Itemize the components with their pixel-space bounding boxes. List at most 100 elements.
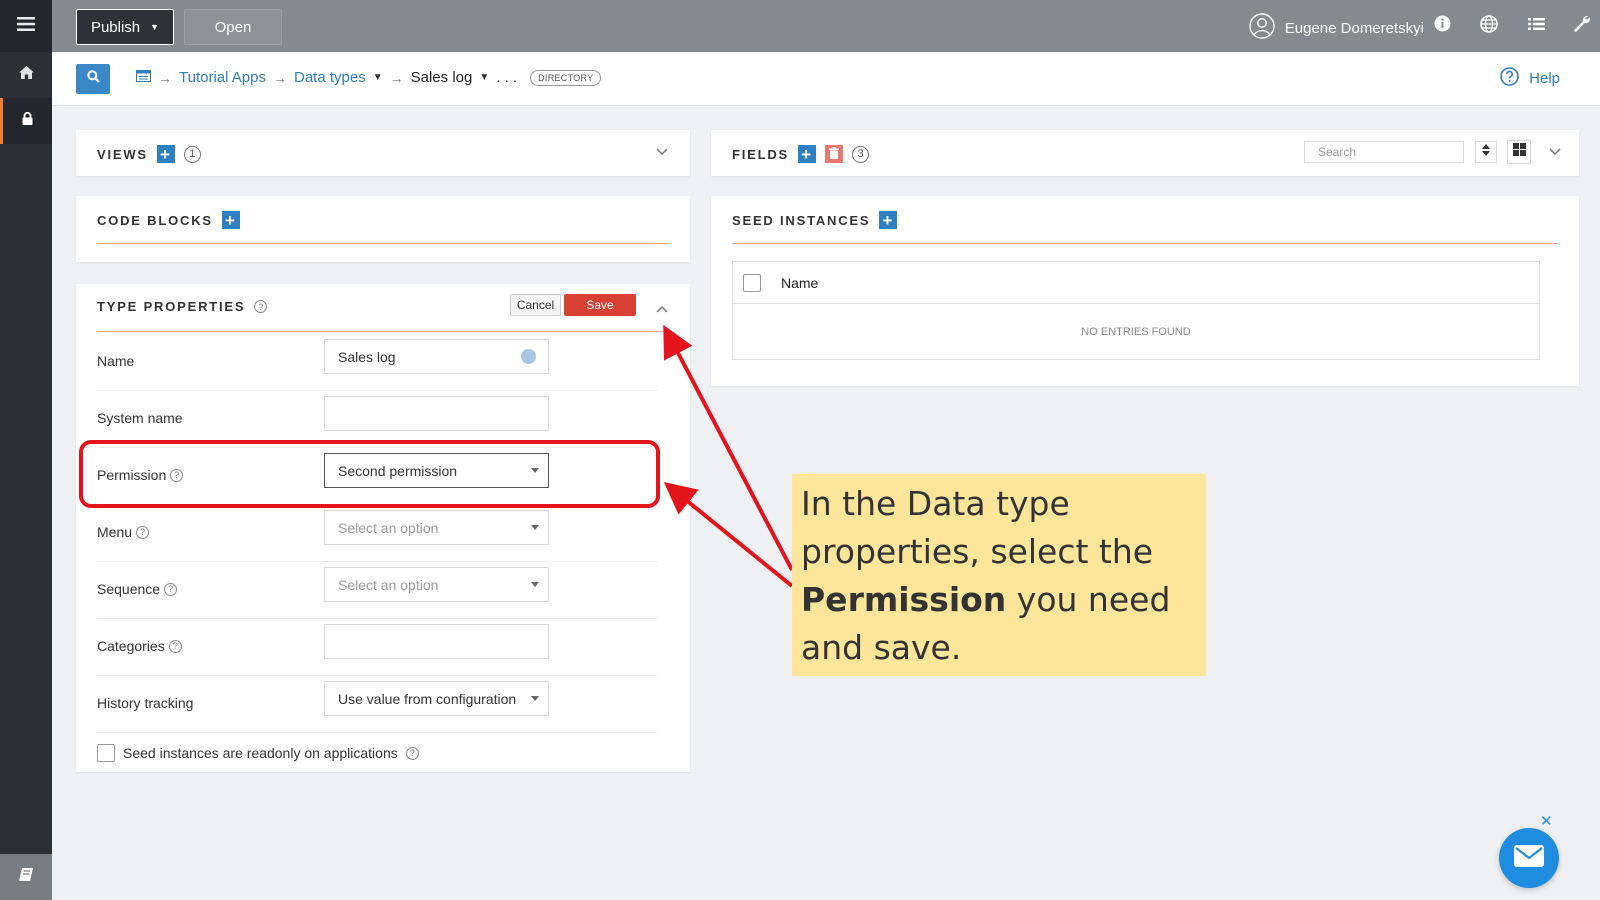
seed-instances-panel: SEED INSTANCES + Name NO ENTRIES FOUND <box>711 196 1579 386</box>
breadcrumb-tutorial-apps[interactable]: Tutorial Apps <box>179 69 266 86</box>
chevron-down-icon[interactable] <box>1549 143 1561 161</box>
type-properties-title: TYPE PROPERTIES ? <box>97 299 268 314</box>
seed-instances-title: SEED INSTANCES + <box>732 211 898 229</box>
chevron-down-icon[interactable] <box>656 143 668 161</box>
empty-state: NO ENTRIES FOUND <box>1081 326 1191 338</box>
highlight-box <box>79 440 660 508</box>
user-name: Eugene Domeretskyi <box>1284 19 1424 37</box>
seed-instances-table: Name NO ENTRIES FOUND <box>732 261 1540 360</box>
mail-icon <box>1514 844 1544 872</box>
globe-icon[interactable] <box>521 349 536 364</box>
info-button[interactable] <box>1430 14 1454 38</box>
callout-line-3-rest: you need <box>1006 580 1171 619</box>
add-field-button[interactable]: + <box>798 144 817 164</box>
plus-icon: + <box>801 144 813 164</box>
chevron-up-icon[interactable] <box>656 300 668 318</box>
column-name-header[interactable]: Name <box>781 275 818 291</box>
grid-icon <box>1512 143 1526 161</box>
breadcrumb-sales-log[interactable]: Sales log <box>411 69 473 86</box>
caret-down-icon <box>531 696 539 701</box>
search-icon <box>86 70 100 88</box>
menu-select[interactable]: Select an option <box>324 510 549 545</box>
cancel-button[interactable]: Cancel <box>510 294 561 316</box>
name-label: Name <box>97 353 135 369</box>
instruction-callout: In the Data type properties, select the … <box>792 474 1206 676</box>
list-button[interactable] <box>1524 14 1548 38</box>
name-input[interactable]: Sales log <box>324 339 549 374</box>
views-title-text: VIEWS <box>97 146 148 162</box>
breadcrumb-bar: → Tutorial Apps → Data types ▼ → Sales l… <box>52 52 1600 106</box>
history-tracking-value: Use value from configuration <box>338 690 517 707</box>
categories-row: Categories ? <box>97 619 658 676</box>
help-icon[interactable]: ? <box>164 582 178 596</box>
settings-button[interactable] <box>1569 14 1593 38</box>
menu-placeholder: Select an option <box>338 519 439 536</box>
sort-icon <box>1482 143 1490 161</box>
info-icon <box>1434 15 1451 37</box>
menu-label-text: Menu <box>97 524 133 540</box>
help-icon[interactable]: ? <box>405 746 419 760</box>
sequence-label-text: Sequence <box>97 581 161 597</box>
callout-line-4: and save. <box>801 628 962 667</box>
search-button[interactable] <box>76 64 110 94</box>
sequence-label: Sequence ? <box>97 581 178 597</box>
fields-title: FIELDS + 3 <box>732 144 870 164</box>
breadcrumb-arrow-icon: → <box>273 69 287 86</box>
app-window-icon[interactable] <box>136 69 151 86</box>
publish-button[interactable]: Publish ▼ <box>76 9 174 45</box>
breadcrumb-arrow-icon: → <box>158 69 172 86</box>
system-name-label: System name <box>97 410 183 426</box>
breadcrumb-data-types[interactable]: Data types <box>294 69 366 86</box>
home-icon <box>18 66 34 84</box>
fields-search-input[interactable]: Search <box>1304 141 1464 163</box>
sequence-placeholder: Select an option <box>338 576 439 593</box>
directory-badge: DIRECTORY <box>530 69 602 86</box>
close-icon[interactable]: ✕ <box>1540 812 1553 830</box>
save-button[interactable]: Save <box>564 294 636 316</box>
caret-down-icon[interactable]: ▼ <box>479 72 489 83</box>
add-code-block-button[interactable]: + <box>221 211 240 229</box>
menu-button[interactable] <box>0 0 52 52</box>
sort-button[interactable] <box>1475 141 1497 163</box>
plus-icon: + <box>160 144 172 164</box>
seed-readonly-option: Seed instances are readonly on applicati… <box>97 744 419 762</box>
publish-label: Publish <box>90 18 141 36</box>
add-seed-instance-button[interactable]: + <box>879 211 898 229</box>
sidebar-item-home[interactable] <box>0 52 52 98</box>
sidebar-item-security[interactable] <box>0 98 52 144</box>
fields-count: 3 <box>852 145 870 163</box>
code-blocks-panel: CODE BLOCKS + <box>76 196 690 262</box>
divider <box>732 243 1558 244</box>
seed-readonly-checkbox[interactable] <box>97 744 115 762</box>
name-row: Name Sales log <box>97 334 658 391</box>
categories-label: Categories ? <box>97 638 182 654</box>
select-all-checkbox[interactable] <box>743 274 761 292</box>
help-label: Help <box>1529 70 1560 87</box>
user-menu[interactable]: Eugene Domeretskyi <box>1249 13 1424 43</box>
language-button[interactable] <box>1477 14 1501 38</box>
caret-down-icon[interactable]: ▼ <box>373 72 383 83</box>
open-button[interactable]: Open <box>184 9 282 45</box>
callout-line-2: properties, select the <box>801 532 1154 571</box>
help-link[interactable]: Help <box>1500 67 1560 90</box>
history-tracking-select[interactable]: Use value from configuration <box>324 681 549 716</box>
chat-button[interactable] <box>1499 828 1559 888</box>
help-icon[interactable]: ? <box>136 525 150 539</box>
history-tracking-row: History tracking Use value from configur… <box>97 676 658 733</box>
sidebar-item-docs[interactable] <box>0 854 52 900</box>
menu-row: Menu ? Select an option <box>97 505 658 562</box>
trash-icon <box>829 146 840 162</box>
system-name-input[interactable] <box>324 396 549 431</box>
breadcrumb-more[interactable]: . . . <box>496 69 517 86</box>
help-icon[interactable]: ? <box>254 300 268 313</box>
name-value: Sales log <box>338 348 396 365</box>
categories-input[interactable] <box>324 624 549 659</box>
help-icon[interactable]: ? <box>168 639 182 653</box>
add-view-button[interactable]: + <box>156 144 175 164</box>
delete-field-button[interactable] <box>825 145 844 163</box>
callout-line-1: In the Data type <box>801 484 1070 523</box>
globe-icon <box>1480 14 1498 38</box>
sequence-select[interactable]: Select an option <box>324 567 549 602</box>
grid-view-button[interactable] <box>1507 140 1531 164</box>
lock-icon <box>22 111 33 130</box>
